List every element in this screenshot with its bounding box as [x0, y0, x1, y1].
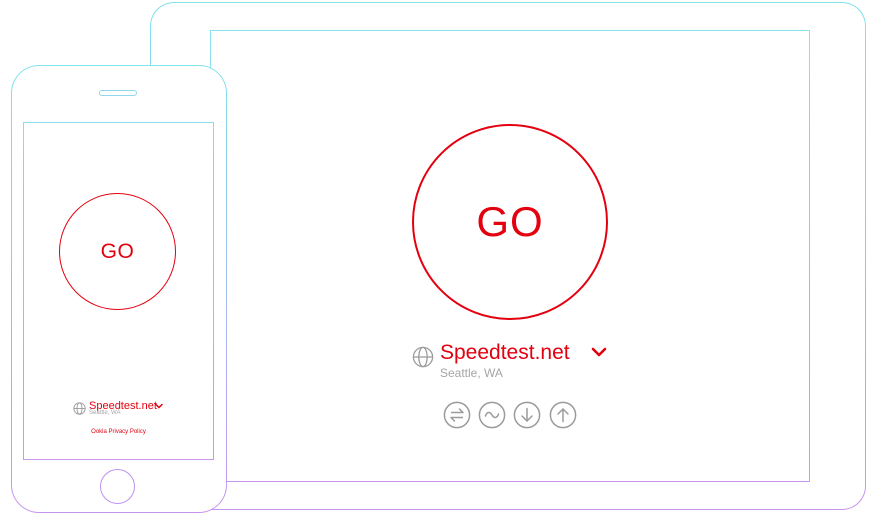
privacy-policy-link[interactable]: Ookla Privacy Policy — [23, 429, 214, 435]
phone-server-location: Seattle, WA — [89, 410, 121, 416]
go-button[interactable]: GO — [412, 124, 608, 320]
phone-speaker — [99, 90, 137, 96]
ping-icon[interactable] — [478, 401, 506, 429]
upload-icon[interactable] — [549, 401, 577, 429]
phone-home-button[interactable] — [100, 469, 135, 504]
phone-go-label: GO — [100, 239, 135, 263]
chevron-down-icon[interactable] — [591, 346, 607, 358]
phone-go-button[interactable]: GO — [59, 193, 176, 310]
phone-chevron-down-icon[interactable] — [155, 403, 163, 409]
download-icon[interactable] — [513, 401, 541, 429]
phone-globe-icon — [73, 402, 86, 415]
connections-icon[interactable] — [443, 401, 471, 429]
go-label: GO — [476, 198, 544, 245]
globe-icon — [412, 346, 434, 368]
server-location: Seattle, WA — [440, 366, 503, 380]
server-name[interactable]: Speedtest.net — [440, 341, 570, 365]
